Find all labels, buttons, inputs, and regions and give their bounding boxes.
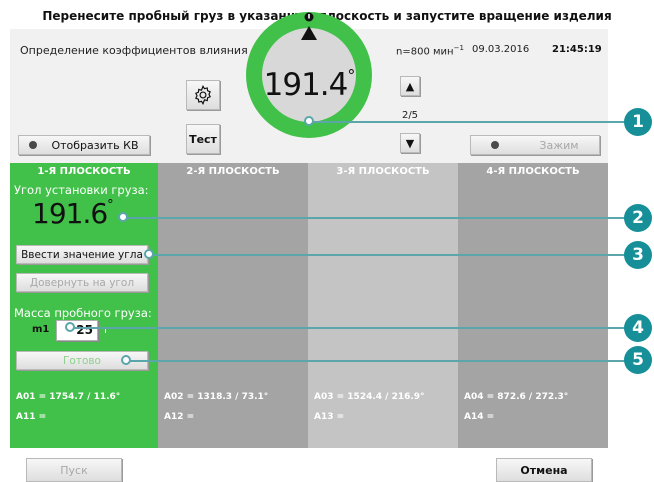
plane-angle-number: 191.6 — [32, 197, 108, 230]
mass-input[interactable]: 25 — [56, 320, 98, 341]
callout-dot-2 — [118, 212, 128, 222]
date-readout: 09.03.2016 — [472, 44, 530, 55]
rpm-unit-sup: −1 — [453, 44, 464, 52]
callout-dot-4 — [65, 322, 75, 332]
gauge-angle-number: 191.4 — [263, 67, 349, 103]
cancel-button[interactable]: Отмена — [496, 458, 592, 482]
callout-dot-3 — [144, 249, 154, 259]
time-readout: 21:45:19 — [552, 44, 602, 55]
plane-column-1[interactable]: 1-Я ПЛОСКОСТЬ Угол установки груза: 191.… — [10, 163, 158, 448]
mode-title: Определение коэффициентов влияния — [20, 44, 248, 57]
gear-icon — [195, 84, 211, 106]
down-arrow-button[interactable]: ▼ — [400, 133, 420, 153]
callout-badge-1: 1 — [624, 108, 652, 136]
up-arrow-button[interactable]: ▲ — [400, 76, 420, 96]
page-indicator: 2/5 — [401, 110, 419, 121]
coefficient-a0: A04 = 872.6 / 272.3° — [464, 392, 569, 402]
callout-badge-5: 5 — [624, 346, 652, 374]
test-button[interactable]: Тест — [186, 124, 220, 154]
gauge-face: 191.4° — [262, 28, 356, 122]
settings-button[interactable] — [186, 80, 220, 110]
plane-label: 1-Я ПЛОСКОСТЬ — [37, 166, 131, 177]
callout-badge-3: 3 — [624, 241, 652, 269]
coefficient-a1: A13 = — [314, 412, 345, 422]
callout-dot-5 — [121, 355, 131, 365]
angle-label: Угол установки груза: — [14, 183, 149, 197]
callout-line-4 — [70, 327, 625, 329]
indicator-dot-icon — [29, 141, 38, 149]
coefficient-a1: A14 = — [464, 412, 495, 422]
callout-badge-2: 2 — [624, 204, 652, 232]
clamp-label: Зажим — [539, 138, 579, 152]
callout-line-5 — [126, 360, 625, 362]
callout-badge-4: 4 — [624, 314, 652, 342]
show-kv-button[interactable]: Отобразить КВ — [18, 135, 150, 155]
screen: Перенесите пробный груз в указанную плос… — [0, 0, 654, 482]
gauge-angle-value: 191.4° — [262, 66, 356, 103]
rpm-text: n=800 мин — [396, 46, 454, 58]
gauge-degree-sign: ° — [347, 66, 355, 85]
planes-area: 1-Я ПЛОСКОСТЬ Угол установки груза: 191.… — [10, 163, 608, 448]
callout-dot-1 — [304, 116, 314, 126]
plane-column-2[interactable]: 2-Я ПЛОСКОСТЬ A02 = 1318.3 / 73.1° A12 = — [158, 163, 308, 448]
plane-column-3[interactable]: 3-Я ПЛОСКОСТЬ A03 = 1524.4 / 216.9° A13 … — [308, 163, 458, 448]
plane-degree-sign: ° — [107, 198, 113, 213]
plane-label: 3-Я ПЛОСКОСТЬ — [336, 166, 430, 177]
callout-line-3 — [149, 254, 625, 256]
rotate-to-angle-button[interactable]: Довернуть на угол — [16, 273, 148, 292]
mass-field-label: m1 — [32, 324, 50, 335]
coefficient-a0: A01 = 1754.7 / 11.6° — [16, 392, 121, 402]
coefficient-a0: A02 = 1318.3 / 73.1° — [164, 392, 269, 402]
mass-unit: г — [104, 323, 110, 336]
callout-line-1 — [309, 121, 625, 123]
coefficient-a0: A03 = 1524.4 / 216.9° — [314, 392, 425, 402]
coefficient-a1: A11 = — [16, 412, 47, 422]
callout-line-2 — [123, 217, 625, 219]
indicator-dot-icon — [491, 141, 500, 149]
show-kv-label: Отобразить КВ — [51, 138, 139, 152]
plane-label: 2-Я ПЛОСКОСТЬ — [186, 166, 280, 177]
reference-marker-icon — [301, 12, 317, 40]
coefficient-a1: A12 = — [164, 412, 195, 422]
plane-angle-value: 191.6° — [32, 197, 114, 230]
rpm-readout: n=800 мин−1 — [396, 44, 464, 57]
enter-angle-button[interactable]: Ввести значение угла — [16, 245, 148, 264]
start-button[interactable]: Пуск — [26, 458, 122, 482]
mass-label: Масса пробного груза: — [14, 306, 152, 320]
clamp-button[interactable]: Зажим — [470, 135, 600, 155]
plane-column-4[interactable]: 4-Я ПЛОСКОСТЬ A04 = 872.6 / 272.3° A14 = — [458, 163, 608, 448]
plane-label: 4-Я ПЛОСКОСТЬ — [486, 166, 580, 177]
